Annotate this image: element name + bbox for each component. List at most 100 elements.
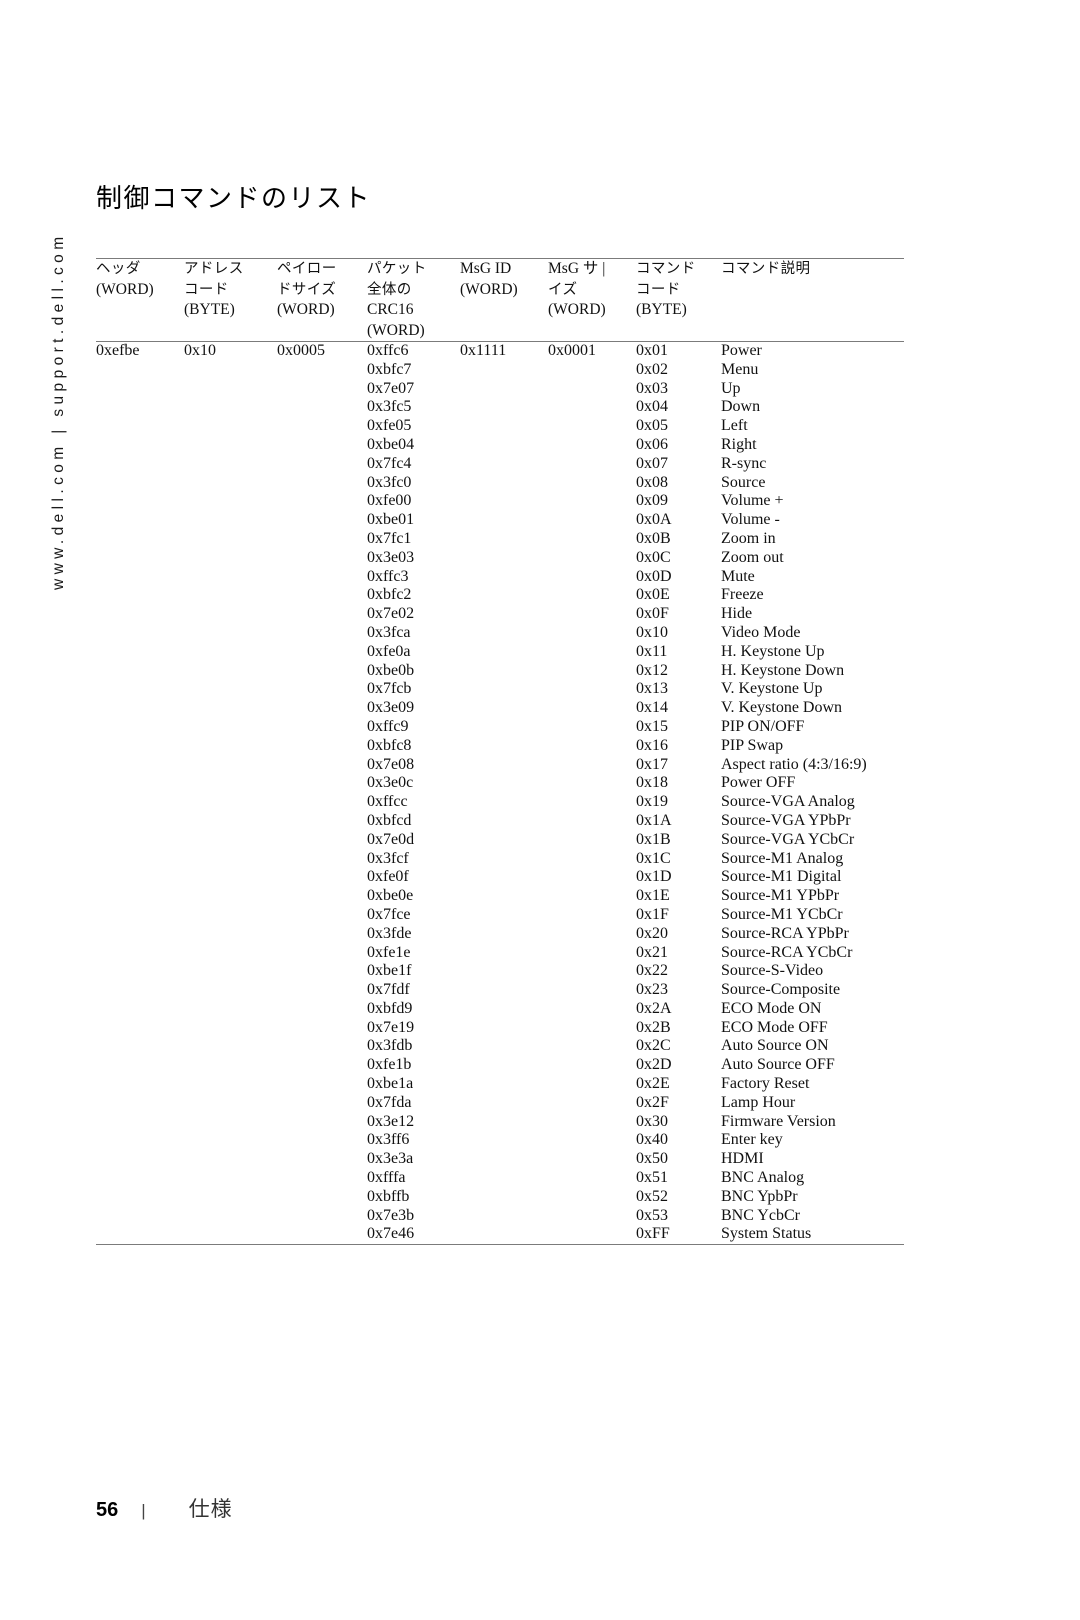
command-description-value: Volume + [721,492,784,510]
crc16-value: 0xbfc7 [367,360,412,378]
crc16-value: 0x7e07 [367,379,415,397]
command-code-value: 0x52 [636,1187,668,1205]
command-description-value: R-sync [721,454,767,472]
crc16-value: 0x7e08 [367,755,415,773]
command-description-value: Aspect ratio (4:3/16:9) [721,755,867,773]
command-description-value: ECO Mode OFF [721,1018,828,1036]
command-code-value: 0x15 [636,717,668,735]
crc16-value: 0xbe0b [367,661,415,679]
command-code-value: 0x10 [636,623,668,641]
command-description-value: Factory Reset [721,1075,810,1093]
command-code-value: 0x2A [636,999,672,1017]
command-code-value: 0x0E [636,586,670,604]
command-code-value: 0x2B [636,1018,671,1036]
crc16-value: 0xbe1f [367,962,412,980]
command-code-value: 0x40 [636,1131,668,1149]
cell-description-list: Power Menu Up Down Left Right R-sync Source Volu… [721,342,904,1244]
command-description-value: Enter key [721,1131,783,1149]
crc16-value: 0x3e03 [367,548,415,566]
command-description-value: Lamp Hour [721,1093,796,1111]
command-description-value: Source-RCA YPbPr [721,924,849,942]
command-table-body-grid: 0xefbe 0x10 0x0005 0xffc6 0xbfc7 0x7e07 0x3… [96,342,904,1244]
crc16-value: 0xfe0a [367,642,411,660]
command-code-value: 0x1A [636,811,672,829]
cell-msg-size: 0x0001 [548,342,596,359]
command-code-value: 0x11 [636,642,668,660]
crc16-value: 0xfe0f [367,868,409,886]
command-description-value: Source-VGA Analog [721,793,855,811]
command-description-value: BNC YcbCr [721,1206,800,1224]
command-description-value: Source-Composite [721,981,841,999]
command-description-value: System Status [721,1225,812,1243]
crc16-value: 0x7e19 [367,1018,415,1036]
col-header-header: ヘッダ (WORD) [96,261,154,298]
col-header-msg-size: MsG サ | イズ (WORD) [548,260,606,318]
command-description-value: Auto Source OFF [721,1056,835,1074]
command-code-values: 0x01 0x02 0x03 0x04 0x05 0x06 0x07 0x08 0x09 0x0A… [636,342,721,1244]
command-code-value: 0x13 [636,680,668,698]
command-code-value: 0x1B [636,830,671,848]
command-description-values: Power Menu Up Down Left Right R-sync Source Volu… [721,342,900,1244]
command-code-value: 0x0F [636,605,669,623]
page-title: 制御コマンドのリスト [96,184,372,214]
command-description-value: Source [721,473,766,491]
col-header-address-code: アドレス コード (BYTE) [184,261,244,318]
crc16-value: 0x3fde [367,924,412,942]
command-code-value: 0x04 [636,398,668,416]
command-description-value: Volume - [721,511,780,529]
command-code-value: 0x51 [636,1169,668,1187]
command-description-value: V. Keystone Up [721,680,823,698]
crc16-value: 0xbfcd [367,811,412,829]
command-code-value: 0x0B [636,529,671,547]
command-code-value: 0x22 [636,962,668,980]
command-description-value: Source-VGA YPbPr [721,811,851,829]
command-code-value: 0x07 [636,454,668,472]
command-description-value: Source-RCA YCbCr [721,943,853,961]
cell-msg-id: 0x1111 [460,342,507,359]
command-code-value: 0x0C [636,548,671,566]
command-description-value: HDMI [721,1150,764,1168]
col-header-msg-id: MsG ID (WORD) [460,260,518,298]
crc16-value: 0x3fc0 [367,473,412,491]
command-code-value: 0x16 [636,736,668,754]
table-bottom-rule [96,1244,904,1246]
table-body: 0xefbe 0x10 0x0005 0xffc6 0xbfc7 0x7e07 0x3… [96,342,904,1244]
col-header-command-code: コマンド コード (BYTE) [636,261,696,318]
command-description-value: Source-VGA YCbCr [721,830,855,848]
command-description-value: Power OFF [721,774,796,792]
crc16-value: 0x7fdf [367,981,410,999]
crc16-value: 0x7fda [367,1093,412,1111]
command-description-value: Up [721,379,741,397]
command-code-value: 0x0A [636,511,672,529]
command-code-value: 0x18 [636,774,668,792]
footer-separator: | [141,1501,146,1520]
command-description-value: Freeze [721,586,764,604]
command-description-value: Zoom out [721,548,784,566]
crc16-value: 0x7e3b [367,1206,415,1224]
command-code-value: 0x2E [636,1075,670,1093]
control-command-table: ヘッダ (WORD) アドレス コード (BYTE) ペイロー ドサイズ (WO… [96,258,904,1246]
crc16-value: 0x7fce [367,905,411,923]
command-description-value: BNC Analog [721,1169,805,1187]
crc16-value: 0xbe01 [367,511,415,529]
command-code-value: 0x2C [636,1037,671,1055]
crc16-value: 0x7fc1 [367,529,412,547]
crc16-value: 0x3fcf [367,849,409,867]
table-header-row: ヘッダ (WORD) アドレス コード (BYTE) ペイロー ドサイズ (WO… [96,259,904,341]
command-code-value: 0x12 [636,661,668,679]
command-description-value: Left [721,417,748,435]
command-code-value: 0x21 [636,943,668,961]
command-description-value: Source-M1 YPbPr [721,887,840,905]
command-description-value: Source-M1 YCbCr [721,905,843,923]
crc16-value: 0xbe1a [367,1075,414,1093]
crc16-value: 0xffc3 [367,567,409,585]
command-description-value: Power [721,342,762,359]
cell-payload-size: 0x0005 [277,342,325,359]
command-code-value: 0x09 [636,492,668,510]
crc16-value: 0x7e0d [367,830,415,848]
command-code-value: 0x2F [636,1093,669,1111]
command-description-value: Mute [721,567,755,585]
crc16-value: 0x7fc4 [367,454,412,472]
crc16-value: 0xffcc [367,793,408,811]
command-code-value: 0x01 [636,342,668,359]
